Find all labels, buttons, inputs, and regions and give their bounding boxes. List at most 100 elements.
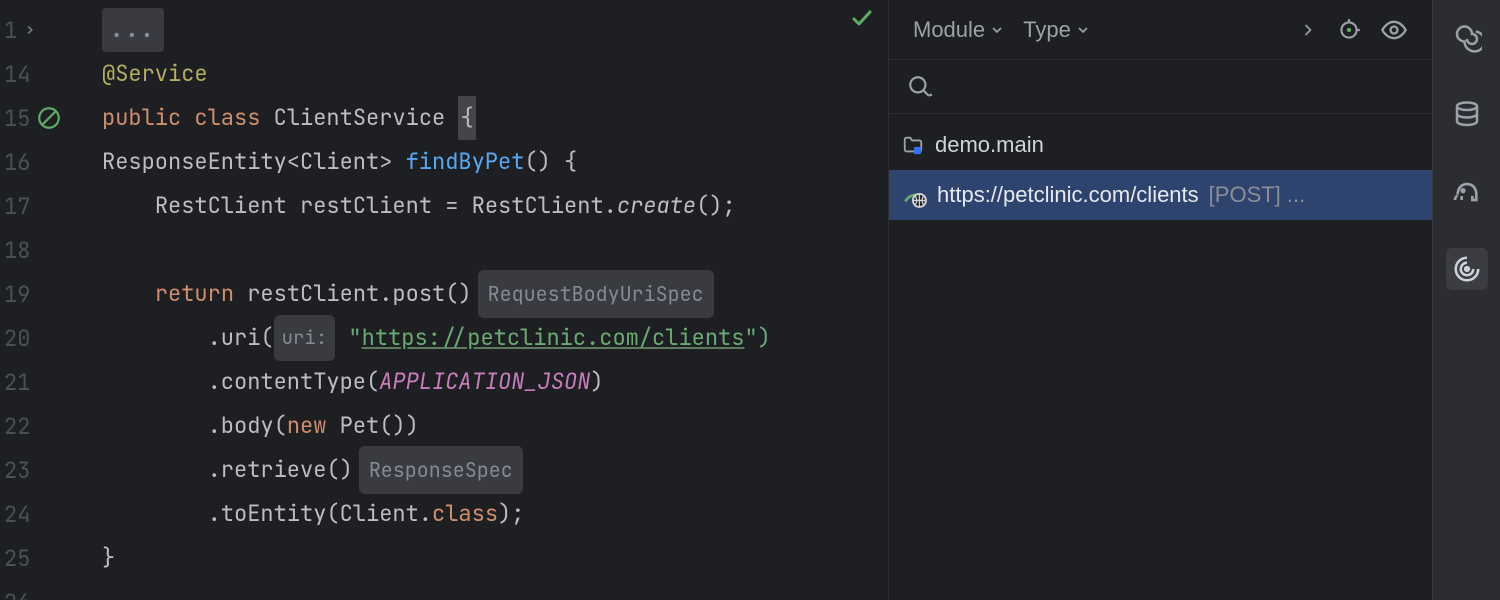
variable: restClient: [300, 184, 432, 228]
method-call: post: [392, 272, 445, 316]
check-icon[interactable]: [850, 6, 874, 30]
target-icon[interactable]: [1446, 248, 1488, 290]
method-call: .toEntity(Client.: [208, 492, 432, 536]
panel-toolbar: Module Type: [889, 0, 1432, 60]
text: () {: [524, 140, 577, 184]
gutter-line: 26: [0, 580, 96, 600]
endpoint-method: [POST] ...: [1209, 182, 1306, 208]
text: restClient.: [234, 272, 392, 316]
globe-icon: [901, 182, 927, 208]
line-number: 25: [4, 544, 30, 573]
spiral-icon[interactable]: [1446, 18, 1488, 60]
elephant-icon[interactable]: [1445, 170, 1489, 214]
type: RestClient: [472, 184, 604, 228]
gutter-line: 20: [0, 316, 96, 360]
text: (): [445, 272, 471, 316]
line-number: 14: [4, 60, 30, 89]
gutter-line: 17: [0, 184, 96, 228]
static-method: create: [617, 184, 696, 228]
keyword: class: [432, 492, 498, 536]
keyword: return: [155, 272, 234, 316]
gutter-line: 23: [0, 448, 96, 492]
line-number: 1: [4, 16, 17, 45]
dot: .: [604, 184, 617, 228]
text: );: [498, 492, 524, 536]
expand-button[interactable]: [1292, 16, 1324, 44]
prohibit-icon[interactable]: [36, 105, 62, 131]
text: =: [432, 184, 472, 228]
type-filter-label: Type: [1023, 17, 1071, 43]
editor-pane[interactable]: 1 14 15 16 17 18 19 20 21 22 23 24 25 26…: [0, 0, 888, 600]
line-number: 21: [4, 368, 30, 397]
code-line: return restClient.post()RequestBodyUriSp…: [96, 272, 888, 316]
line-number: 23: [4, 456, 30, 485]
line-number: 24: [4, 500, 30, 529]
tree-endpoint[interactable]: https://petclinic.com/clients [POST] ...: [889, 170, 1432, 220]
code-line: @Service: [96, 52, 888, 96]
code-line: .toEntity(Client.class);: [96, 492, 888, 536]
method-call: .contentType(: [208, 360, 380, 404]
line-number: 17: [4, 192, 30, 221]
text: ): [590, 360, 603, 404]
brace: {: [458, 96, 475, 140]
right-toolbar: [1432, 0, 1500, 600]
type-filter[interactable]: Type: [1017, 13, 1097, 47]
gutter-line: 24: [0, 492, 96, 536]
gutter-line: 21: [0, 360, 96, 404]
string: "): [744, 316, 770, 360]
code-line: public class ClientService {: [96, 96, 888, 140]
eye-icon[interactable]: [1374, 12, 1414, 48]
editor-gutter: 1 14 15 16 17 18 19 20 21 22 23 24 25 26: [0, 0, 96, 600]
fold-ellipsis[interactable]: ...: [102, 8, 164, 52]
line-number: 18: [4, 236, 30, 265]
line-number: 20: [4, 324, 30, 353]
string: ": [335, 316, 361, 360]
text: Pet()): [326, 404, 418, 448]
code-line: RestClient restClient = RestClient.creat…: [96, 184, 888, 228]
line-number: 22: [4, 412, 30, 441]
endpoints-panel[interactable]: Module Type demo.main: [888, 0, 1432, 600]
search-icon: [907, 74, 933, 100]
gutter-line: 18: [0, 228, 96, 272]
inlay-hint: RequestBodyUriSpec: [478, 270, 714, 318]
line-number: 16: [4, 148, 30, 177]
chevron-down-icon: [989, 22, 1005, 38]
tree-root[interactable]: demo.main: [889, 120, 1432, 170]
keyword: class: [194, 96, 260, 140]
code-line: [96, 228, 888, 272]
annotation: @Service: [102, 52, 208, 96]
gutter-line: 16: [0, 140, 96, 184]
line-number: 19: [4, 280, 30, 309]
module-filter-label: Module: [913, 17, 985, 43]
code-line: ResponseEntity<Client> findByPet() {: [96, 140, 888, 184]
tree-root-label: demo.main: [935, 132, 1044, 158]
url-literal[interactable]: https://petclinic.com/clients: [362, 316, 745, 360]
method-call: .retrieve(): [208, 448, 353, 492]
gutter-line: 19: [0, 272, 96, 316]
method-call: .uri(: [208, 316, 274, 360]
code-line: .contentType(APPLICATION_JSON): [96, 360, 888, 404]
locate-icon[interactable]: [1330, 13, 1368, 47]
gutter-line: 25: [0, 536, 96, 580]
code-area[interactable]: ... @Service public class ClientService …: [96, 0, 888, 600]
panel-tree[interactable]: demo.main https://petclinic.com/clients …: [889, 114, 1432, 600]
panel-search[interactable]: [889, 60, 1432, 114]
text: ();: [696, 184, 736, 228]
module-filter[interactable]: Module: [907, 13, 1011, 47]
code-line: .uri(uri: "https://petclinic.com/clients…: [96, 316, 888, 360]
database-icon[interactable]: [1446, 94, 1488, 136]
endpoint-url: https://petclinic.com/clients: [937, 182, 1199, 208]
inlay-hint: ResponseSpec: [359, 446, 523, 494]
class-name: ClientService: [274, 96, 446, 140]
param-hint: uri:: [274, 315, 336, 361]
folder-icon: [901, 134, 925, 156]
brace: }: [102, 536, 115, 580]
chevron-right-icon[interactable]: [23, 23, 37, 37]
line-number: 26: [4, 588, 30, 600]
keyword: new: [287, 404, 327, 448]
return-type: ResponseEntity<Client>: [102, 140, 392, 184]
gutter-line: 15: [0, 96, 96, 140]
keyword: public: [102, 96, 181, 140]
gutter-line: 22: [0, 404, 96, 448]
code-line: ...: [96, 8, 888, 52]
